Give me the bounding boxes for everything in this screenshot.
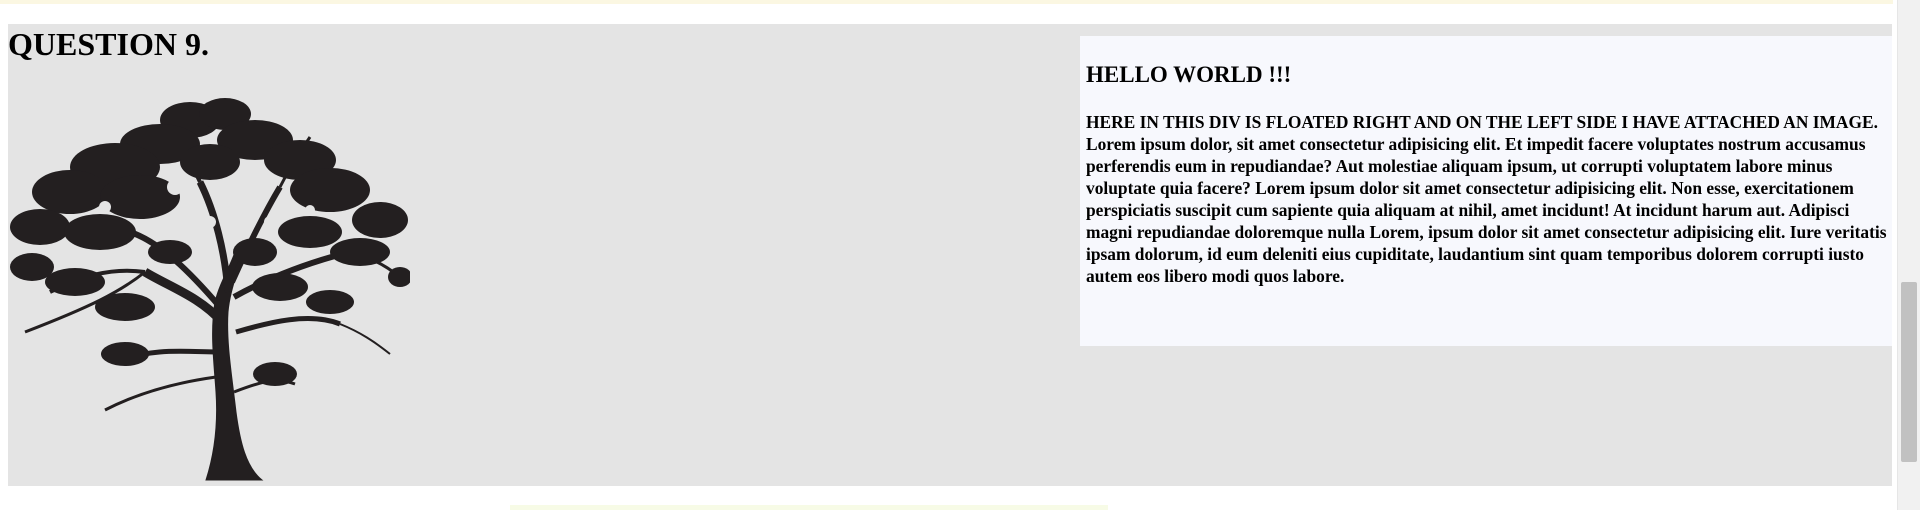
- question-9-section: QUESTION 9. HELLO WORLD !!! HERE IN THIS…: [8, 24, 1892, 486]
- vertical-scrollbar[interactable]: [1897, 0, 1920, 510]
- box-paragraph: HERE IN THIS DIV IS FLOATED RIGHT AND ON…: [1086, 112, 1887, 286]
- floated-right-box: HELLO WORLD !!! HERE IN THIS DIV IS FLOA…: [1080, 36, 1892, 346]
- previous-section-edge: [0, 0, 1893, 4]
- page: QUESTION 9. HELLO WORLD !!! HERE IN THIS…: [0, 0, 1920, 510]
- next-section-edge: [510, 505, 1108, 510]
- tree-image: [10, 98, 410, 481]
- question-title: QUESTION 9.: [8, 26, 209, 62]
- scrollbar-thumb[interactable]: [1901, 282, 1917, 462]
- box-heading: HELLO WORLD !!!: [1086, 62, 1292, 87]
